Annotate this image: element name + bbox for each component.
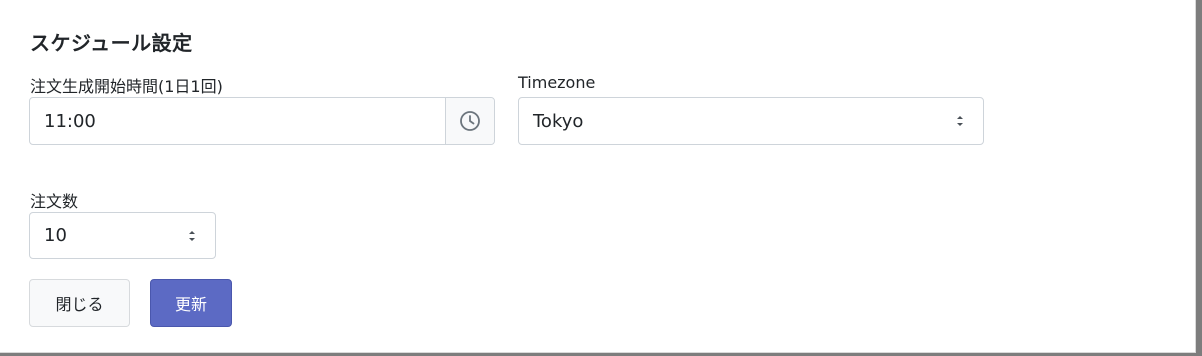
- close-button[interactable]: 閉じる: [29, 279, 130, 327]
- start-time-input-group: 11:00: [29, 97, 495, 145]
- quantity-selected-value: 10: [44, 225, 67, 246]
- quantity-select[interactable]: 10: [29, 212, 216, 259]
- update-button[interactable]: 更新: [150, 279, 232, 327]
- clock-button[interactable]: [445, 98, 494, 144]
- timezone-label: Timezone: [518, 73, 596, 92]
- clock-icon: [460, 111, 480, 131]
- start-time-input[interactable]: 11:00: [30, 98, 445, 144]
- chevron-up-down-icon: [957, 116, 963, 126]
- modal-title: スケジュール設定: [30, 31, 193, 55]
- chevron-up-down-icon: [189, 230, 195, 241]
- schedule-settings-modal: スケジュール設定 注文生成開始時間(1日1回) 11:00 Timezone T…: [0, 0, 1196, 353]
- timezone-selected-value: Tokyo: [533, 110, 584, 132]
- start-time-label: 注文生成開始時間(1日1回): [30, 77, 223, 96]
- quantity-label: 注文数: [30, 192, 79, 211]
- timezone-select[interactable]: Tokyo: [518, 97, 984, 145]
